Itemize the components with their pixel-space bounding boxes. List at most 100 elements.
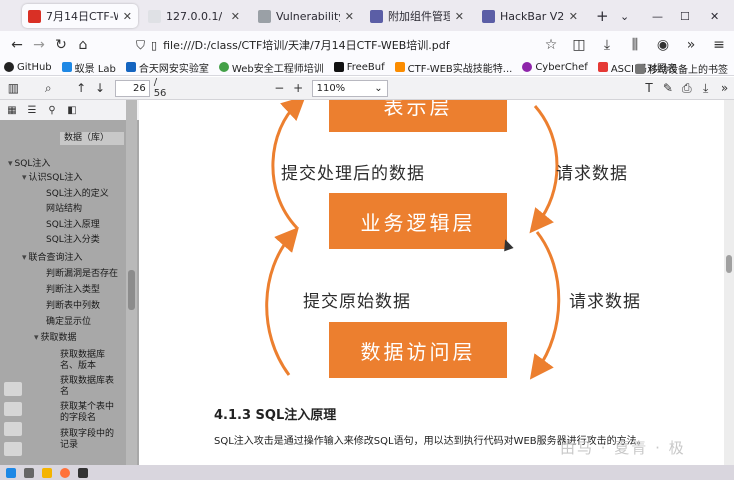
outline-item[interactable]: 判断漏洞是否存在 [46, 269, 118, 280]
terminal-icon[interactable] [78, 468, 88, 478]
bookmark-ctf-web[interactable]: CTF-WEB实战技能特... [394, 60, 512, 75]
menu-icon[interactable]: ≡ [708, 34, 730, 56]
tab-dvwa[interactable]: Vulnerability: Brut ✕ [252, 4, 360, 28]
zoom-in-icon[interactable]: + [289, 78, 308, 98]
tab-label: HackBar V2 - 下载 [500, 10, 564, 23]
outline-item[interactable]: ▾ 认识SQL注入 [22, 173, 82, 184]
outline-item[interactable]: 确定显示位 [46, 317, 91, 328]
zoom-select[interactable]: 110% ⌄ [311, 79, 388, 97]
highlight-icon[interactable] [4, 422, 22, 436]
bookmark-icon[interactable] [4, 402, 22, 416]
outline-item[interactable]: 判断表中列数 [46, 301, 100, 312]
outline-item[interactable]: 获取某个表中的字段名 [60, 402, 120, 424]
url-bar[interactable]: ⛉ ▯ file:///D:/class/CTF培训/天津/7月14日CTF-W… [136, 34, 566, 56]
sidebar-toggle-icon[interactable]: ▥ [4, 78, 23, 98]
outline-item[interactable]: SQL注入分类 [46, 235, 100, 246]
outline-item[interactable]: SQL注入的定义 [46, 189, 109, 200]
comment-icon[interactable] [4, 442, 22, 456]
zoom-out-icon[interactable]: − [270, 78, 289, 98]
navigation-bar: ← → ↻ ⌂ ⛉ ▯ file:///D:/class/CTF培训/天津/7月… [0, 31, 734, 59]
globe-icon [148, 9, 161, 23]
file-icon: ▯ [151, 38, 158, 52]
page-count: / 56 [153, 77, 167, 99]
data-access-layer-box: 数据访问层 [329, 322, 507, 378]
tab-pdf[interactable]: 7月14日CTF-WEB培训 ✕ [22, 4, 138, 28]
account-icon[interactable]: ◉ [652, 34, 674, 56]
thumbnails-icon[interactable]: ▦ [4, 102, 20, 118]
new-tab-button[interactable]: + [590, 4, 610, 28]
request-data-lower-label: 请求数据 [569, 292, 641, 312]
tab-label: 附加组件管理器 [388, 10, 450, 23]
attachments-icon[interactable]: ⚲ [44, 102, 60, 118]
submit-raw-data-label: 提交原始数据 [303, 292, 411, 312]
maximize-button[interactable]: ☐ [674, 4, 698, 28]
home-icon[interactable]: ⌂ [72, 34, 94, 56]
outline-item[interactable]: 获取字段中的记录 [60, 429, 120, 451]
reload-icon[interactable]: ↻ [50, 34, 72, 56]
bookmark-cyberchef[interactable]: CyberChef [522, 62, 588, 73]
viewer-scrollbar[interactable] [724, 100, 734, 465]
extensions-icon[interactable]: » [680, 34, 702, 56]
outline-item[interactable]: 判断注入类型 [46, 285, 100, 296]
search-icon[interactable] [24, 468, 34, 478]
mobile-bookmarks[interactable]: 移动设备上的书签 [635, 61, 728, 76]
close-icon[interactable]: ✕ [455, 10, 464, 23]
outline-item[interactable]: SQL注入原理 [46, 220, 100, 231]
minimize-button[interactable]: — [646, 4, 670, 28]
tools-menu-icon[interactable]: » [715, 78, 734, 98]
submit-processed-data-label: 提交处理后的数据 [281, 164, 425, 184]
outline-icon[interactable]: ☰ [24, 102, 40, 118]
outline-item[interactable]: 获取数据库表名 [60, 376, 120, 398]
tab-localhost[interactable]: 127.0.0.1/ ✕ [142, 4, 246, 28]
tab-list-chevron-icon[interactable]: ⌄ [614, 4, 634, 28]
star-icon[interactable]: ☆ [540, 34, 562, 56]
library-icon[interactable]: ⫼ [624, 34, 646, 56]
forward-arrow-icon[interactable]: → [28, 34, 50, 56]
close-icon[interactable]: ✕ [123, 10, 132, 23]
bookmark-web-security[interactable]: Web安全工程师培训 [218, 60, 324, 75]
taskbar [0, 465, 734, 480]
close-window-button[interactable]: ✕ [704, 4, 730, 28]
layers-icon[interactable]: ◧ [64, 102, 80, 118]
outline-item[interactable]: ▾ SQL注入 [8, 159, 50, 170]
sidebar-view-buttons: ▦ ☰ ⚲ ◧ [0, 100, 139, 120]
explorer-icon[interactable] [42, 468, 52, 478]
find-icon[interactable]: ⌕ [39, 78, 58, 98]
cyberchef-icon [522, 62, 533, 72]
bookmark-hetian[interactable]: 合天网安实验室 [125, 60, 209, 75]
outline-item[interactable]: ▾ 联合查询注入 [22, 253, 83, 264]
bookmark-label: Web安全工程师培训 [231, 63, 324, 75]
close-icon[interactable]: ✕ [345, 10, 354, 23]
draw-icon[interactable]: ✎ [658, 78, 677, 98]
start-icon[interactable] [6, 468, 16, 478]
github-icon [4, 62, 14, 72]
page-down-icon[interactable]: ↓ [91, 78, 110, 98]
tab-addons[interactable]: 附加组件管理器 ✕ [364, 4, 470, 28]
outline-item[interactable]: 获取数据库名、版本 [60, 350, 120, 372]
tab-hackbar[interactable]: HackBar V2 - 下载 ✕ [476, 4, 584, 28]
outline-item[interactable]: 数据（库） [60, 132, 124, 145]
annotation-icon[interactable] [4, 382, 22, 396]
page-up-icon[interactable]: ↑ [72, 78, 91, 98]
firefox-icon[interactable] [60, 468, 70, 478]
bookmark-freebuf[interactable]: FreeBuf [333, 62, 385, 73]
page-number-input[interactable]: 26 [115, 79, 150, 97]
print-icon[interactable]: ⎙ [677, 78, 696, 98]
text-tool-icon[interactable]: T [640, 78, 659, 98]
outline-item[interactable]: ▾ 获取数据 [34, 333, 77, 344]
bookmark-yijing-lab[interactable]: 蚁景 Lab [61, 60, 116, 75]
sidebar-scroll-thumb[interactable] [128, 270, 135, 310]
viewer-scroll-thumb[interactable] [726, 255, 732, 273]
page-icon [258, 9, 271, 23]
close-icon[interactable]: ✕ [231, 10, 240, 23]
toolbar-right: ☆ ◫ ⤓ ⫼ ◉ » ≡ [540, 34, 730, 56]
bookmark-github[interactable]: GitHub [4, 62, 52, 73]
url-text[interactable]: file:///D:/class/CTF培训/天津/7月14日CTF-WEB培训… [163, 37, 450, 53]
back-arrow-icon[interactable]: ← [6, 34, 28, 56]
shield-icon[interactable]: ⛉ [136, 38, 145, 53]
save-icon[interactable]: ⤓ [696, 78, 715, 98]
download-icon[interactable]: ⤓ [596, 34, 618, 56]
outline-item[interactable]: 网站结构 [46, 204, 82, 215]
pocket-icon[interactable]: ◫ [568, 34, 590, 56]
close-icon[interactable]: ✕ [569, 10, 578, 23]
